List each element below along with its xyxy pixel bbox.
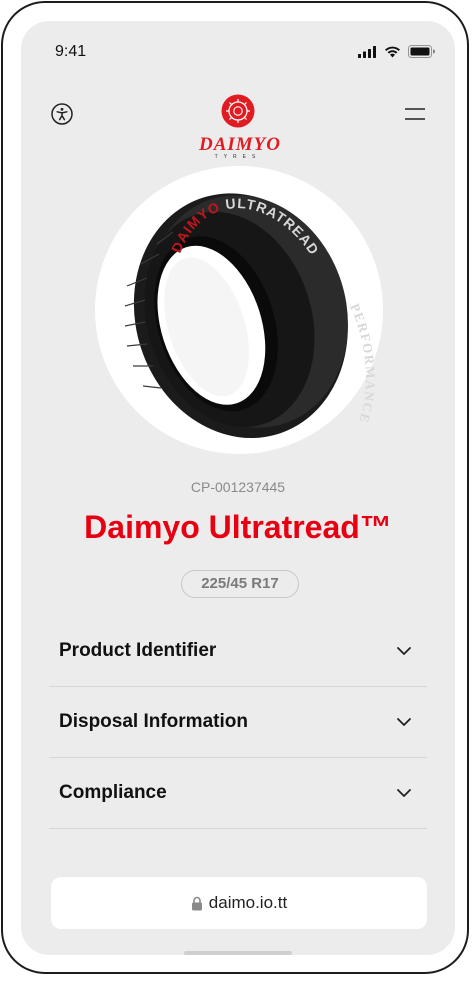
- accessibility-button[interactable]: [51, 103, 73, 125]
- accordion-disposal-information[interactable]: Disposal Information: [49, 687, 427, 758]
- status-icons: [358, 45, 435, 58]
- svg-text:PERFORMANCE: PERFORMANCE: [347, 301, 378, 426]
- phone-frame: 9:41 DAIMYO TYRES DAIMYO ULTRATREAD PERF…: [1, 1, 469, 974]
- accessibility-icon: [51, 103, 73, 125]
- accordion-compliance[interactable]: Compliance: [49, 758, 427, 829]
- accordion-label: Disposal Information: [59, 711, 248, 732]
- accordion-label: Product Identifier: [59, 640, 217, 661]
- screen: 9:41 DAIMYO TYRES DAIMYO ULTRATREAD PERF…: [21, 21, 455, 955]
- accordion-label: Compliance: [59, 782, 167, 803]
- tire-illustration: DAIMYO ULTRATREAD PERFORMANCE: [124, 193, 378, 439]
- top-nav: DAIMYO TYRES: [21, 93, 455, 163]
- status-time: 9:41: [55, 43, 87, 60]
- status-bar: 9:41: [21, 41, 455, 63]
- url-text: daimo.io.tt: [208, 893, 288, 912]
- chevron-down-icon: [397, 718, 411, 726]
- signal-icon: [358, 45, 376, 58]
- home-indicator[interactable]: [184, 951, 292, 955]
- brand-logo[interactable]: DAIMYO TYRES: [199, 93, 282, 165]
- chevron-down-icon: [397, 647, 411, 655]
- lock-icon: [191, 897, 202, 911]
- battery-icon: [408, 45, 435, 58]
- product-code: CP-001237445: [190, 479, 286, 495]
- brand-wordmark: DAIMYO: [199, 134, 282, 155]
- size-badge: 225/45 R17: [181, 570, 299, 598]
- product-image: DAIMYO ULTRATREAD PERFORMANCE: [95, 166, 383, 454]
- tire-side-text: PERFORMANCE: [347, 301, 376, 426]
- chevron-down-icon: [397, 789, 411, 797]
- accordion-product-identifier[interactable]: Product Identifier: [49, 616, 427, 687]
- menu-icon: [405, 108, 425, 120]
- product-title: Daimyo Ultratread™: [84, 509, 392, 545]
- wifi-icon: [385, 46, 400, 57]
- menu-button[interactable]: [405, 105, 425, 123]
- brand-emblem: [221, 94, 255, 128]
- url-bar[interactable]: daimo.io.tt: [51, 877, 427, 929]
